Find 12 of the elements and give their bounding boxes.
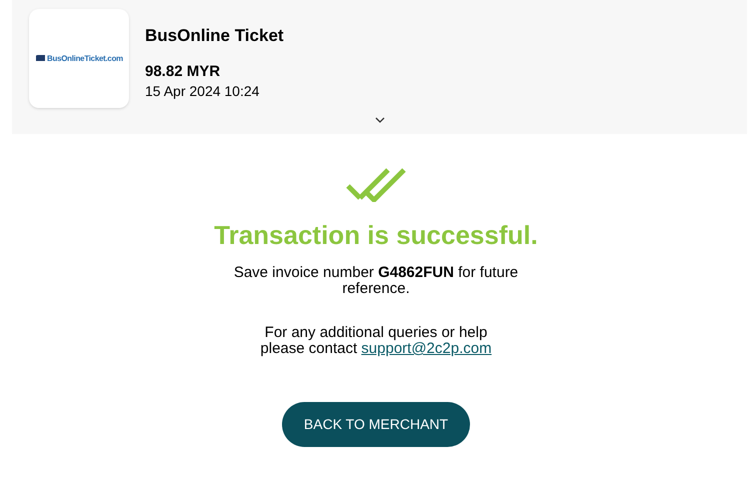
contact-message: For any additional queries or help please contact support@2c2p.com (260, 325, 492, 357)
expand-toggle[interactable] (374, 115, 386, 125)
logo-text: BusOnlineTicket.com (47, 52, 123, 64)
invoice-message: Save invoice number G4862FUN for future reference. (232, 265, 520, 297)
support-email-link[interactable]: support@2c2p.com (361, 340, 492, 357)
merchant-name: BusOnline Ticket (145, 26, 284, 46)
success-title: Transaction is successful. (214, 219, 538, 251)
back-to-merchant-button[interactable]: BACK TO MERCHANT (282, 402, 470, 447)
amount: 98.82 MYR (145, 63, 222, 81)
transaction-date: 15 Apr 2024 10:24 (145, 83, 260, 100)
double-check-icon (346, 168, 406, 202)
chevron-icon (375, 117, 385, 123)
